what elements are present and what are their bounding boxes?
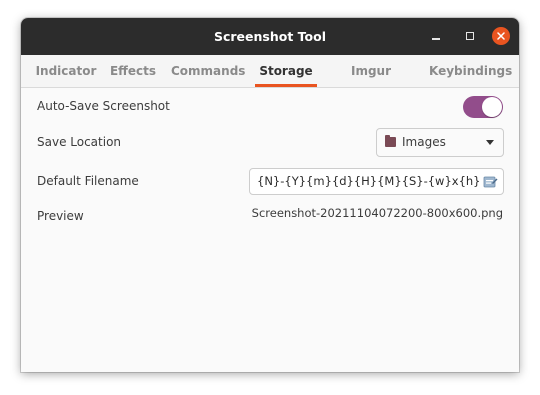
default-filename-input[interactable]: {N}-{Y}{m}{d}{H}{M}{S}-{w}x{h} xyxy=(249,168,504,195)
folder-icon xyxy=(385,135,396,147)
tab-effects[interactable]: Effects xyxy=(106,55,160,87)
auto-save-label: Auto-Save Screenshot xyxy=(37,99,170,113)
minimize-button[interactable] xyxy=(427,27,445,45)
preview-label: Preview xyxy=(37,209,84,223)
tab-indicator[interactable]: Indicator xyxy=(31,55,101,87)
tab-label: Indicator xyxy=(35,64,97,78)
toggle-knob xyxy=(482,97,502,117)
save-location-value: Images xyxy=(402,135,446,149)
save-location-label: Save Location xyxy=(37,135,122,149)
default-filename-value: {N}-{Y}{m}{d}{H}{M}{S}-{w}x{h} xyxy=(257,174,481,188)
active-tab-indicator xyxy=(255,84,317,87)
title-bar[interactable]: Screenshot Tool xyxy=(21,18,519,55)
tab-commands[interactable]: Commands xyxy=(171,55,245,87)
auto-save-toggle[interactable] xyxy=(463,96,503,118)
edit-template-icon[interactable] xyxy=(483,174,498,189)
tab-keybindings[interactable]: Keybindings xyxy=(429,55,513,87)
close-icon xyxy=(497,32,505,40)
tab-storage[interactable]: Storage xyxy=(255,55,317,87)
tab-bar: Indicator Effects Commands Storage Imgur… xyxy=(21,55,519,110)
storage-settings-panel: Auto-Save Screenshot Save Location Image… xyxy=(21,88,519,372)
close-button[interactable] xyxy=(492,27,510,45)
default-filename-label: Default Filename xyxy=(37,174,139,188)
maximize-icon xyxy=(466,32,474,40)
tab-label: Keybindings xyxy=(429,64,513,78)
tab-label: Storage xyxy=(259,64,313,78)
minimize-icon xyxy=(432,38,440,40)
maximize-button[interactable] xyxy=(461,27,479,45)
chevron-down-icon xyxy=(486,140,494,145)
preview-filename: Screenshot-20211104072200-800x600.png xyxy=(251,206,503,220)
save-location-dropdown[interactable]: Images xyxy=(376,128,504,157)
tab-label: Commands xyxy=(171,64,246,78)
tab-label: Effects xyxy=(109,64,157,78)
tab-imgur-upload[interactable]: Imgur Upload xyxy=(327,55,415,110)
screenshot-tool-window: Screenshot Tool Indicator Effects Comman… xyxy=(21,18,519,372)
